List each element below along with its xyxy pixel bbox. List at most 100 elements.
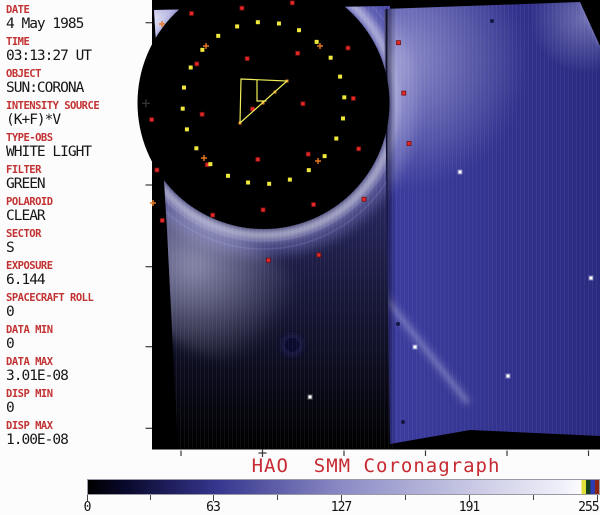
red-fiducial-dot [244,56,250,61]
yellow-fiducial-dot [181,85,186,90]
red-fiducial-dot [345,45,351,51]
colorbar-minor-tick [405,495,406,500]
field-label: FILTER [6,164,41,176]
red-fiducial-dot [361,196,367,202]
yellow-fiducial-dot [334,136,339,141]
coronagraph-image [137,0,600,457]
red-fiducial-dot [149,117,155,122]
field-label: TIME [6,36,30,48]
field-label: DATA MAX [6,356,53,368]
star-point [413,345,417,349]
red-fiducial-dot [295,50,301,56]
colorbar-tick-label: 191 [458,500,481,515]
metadata-field: FILTER GREEN [6,164,136,192]
red-fiducial-dot [305,151,311,157]
field-value: 0 [6,304,15,320]
field-value: 0 [6,336,15,352]
metadata-field: TYPE-OBS WHITE LIGHT [6,132,136,160]
star-point [458,170,462,174]
field-value: 6.144 [6,272,46,288]
red-fiducial-dot [154,167,160,173]
yellow-fiducial-dot [267,181,272,186]
yellow-fiducial-dot [208,162,213,167]
red-fiducial-dot [255,157,261,162]
colorbar-tick-label: 255 [578,500,600,515]
red-fiducial-dot [199,111,205,117]
metadata-field: DATE 4 May 1985 [6,4,136,32]
field-value: GREEN [6,176,46,192]
red-fiducial-dot [356,146,362,152]
field-label: POLAROID [6,196,53,208]
yellow-fiducial-dot [306,168,311,173]
dark-speck [396,322,400,326]
field-label: EXPOSURE [6,260,53,272]
colorbar-minor-tick [277,495,278,500]
field-value: 03:13:27 UT [6,48,92,64]
metadata-field: EXPOSURE 6.144 [6,260,136,288]
field-label: TYPE-OBS [6,132,53,144]
yellow-fiducial-dot [246,180,251,185]
red-fiducial-dot [300,101,306,107]
field-label: SPACECRAFT ROLL [6,292,94,304]
red-fiducial-dot [406,141,412,146]
yellow-fiducial-dot [276,21,281,26]
metadata-field: SPACECRAFT ROLL 0 [6,292,136,320]
red-fiducial-dot [260,207,266,213]
field-label: SECTOR [6,228,41,240]
red-fiducial-dot [396,40,401,46]
colorbar-minor-tick [150,495,151,500]
red-fiducial-dot [194,61,200,67]
colorbar-tick-label: 127 [330,500,353,515]
field-value: 1.00E-08 [6,432,69,448]
colorbar-tick-label: 63 [206,500,221,515]
dark-speck [401,420,405,424]
yellow-fiducial-dot [328,55,333,60]
yellow-fiducial-dot [225,173,230,178]
field-value: (K+F)*V [6,112,61,128]
yellow-fiducial-dot [322,154,327,159]
metadata-field: DISP MAX 1.00E-08 [6,420,136,448]
metadata-field: OBJECT SUN:CORONA [6,68,136,96]
red-fiducial-dot [159,218,165,223]
yellow-fiducial-dot [287,177,292,182]
star-point [308,395,312,399]
field-label: DATE [6,4,30,16]
yellow-fiducial-dot [200,47,205,52]
metadata-panel: DATE 4 May 1985 TIME 03:13:27 UT OBJECT SUN:C… [0,0,136,512]
image-title: HAO SMM Coronagraph [251,455,501,477]
field-label: INTENSITY SOURCE [6,100,100,112]
metadata-field: TIME 03:13:27 UT [6,36,136,64]
red-fiducial-dot [350,96,356,101]
metadata-field: DATA MAX 3.01E-08 [6,356,136,384]
yellow-fiducial-dot [255,20,260,25]
red-fiducial-dot [210,212,216,218]
red-fiducial-dot [239,5,245,11]
field-value: S [6,240,15,256]
field-label: OBJECT [6,68,41,80]
colorbar-gradient [87,479,600,495]
field-label: DISP MAX [6,420,53,432]
red-fiducial-dot [316,252,322,258]
field-value: CLEAR [6,208,46,224]
colorbar-minor-tick [533,495,534,500]
metadata-field: DATA MIN 0 [6,324,136,352]
yellow-fiducial-dot [188,65,193,70]
yellow-fiducial-dot [341,116,346,121]
red-fiducial-dot [265,257,271,263]
yellow-fiducial-dot [338,74,343,79]
field-value: SUN:CORONA [6,80,84,96]
red-fiducial-dot [401,90,407,96]
field-label: DISP MIN [6,388,53,400]
red-fiducial-dot [289,0,295,6]
yellow-fiducial-dot [216,33,221,38]
red-fiducial-dot [189,11,194,16]
metadata-field: DISP MIN 0 [6,388,136,416]
yellow-fiducial-dot [314,39,319,44]
field-value: 4 May 1985 [6,16,84,32]
yellow-fiducial-dot [342,95,347,100]
yellow-fiducial-dot [297,28,302,33]
red-fiducial-dot [311,202,316,207]
field-label: DATA MIN [6,324,53,336]
metadata-field: POLAROID CLEAR [6,196,136,224]
field-value: 3.01E-08 [6,368,69,384]
